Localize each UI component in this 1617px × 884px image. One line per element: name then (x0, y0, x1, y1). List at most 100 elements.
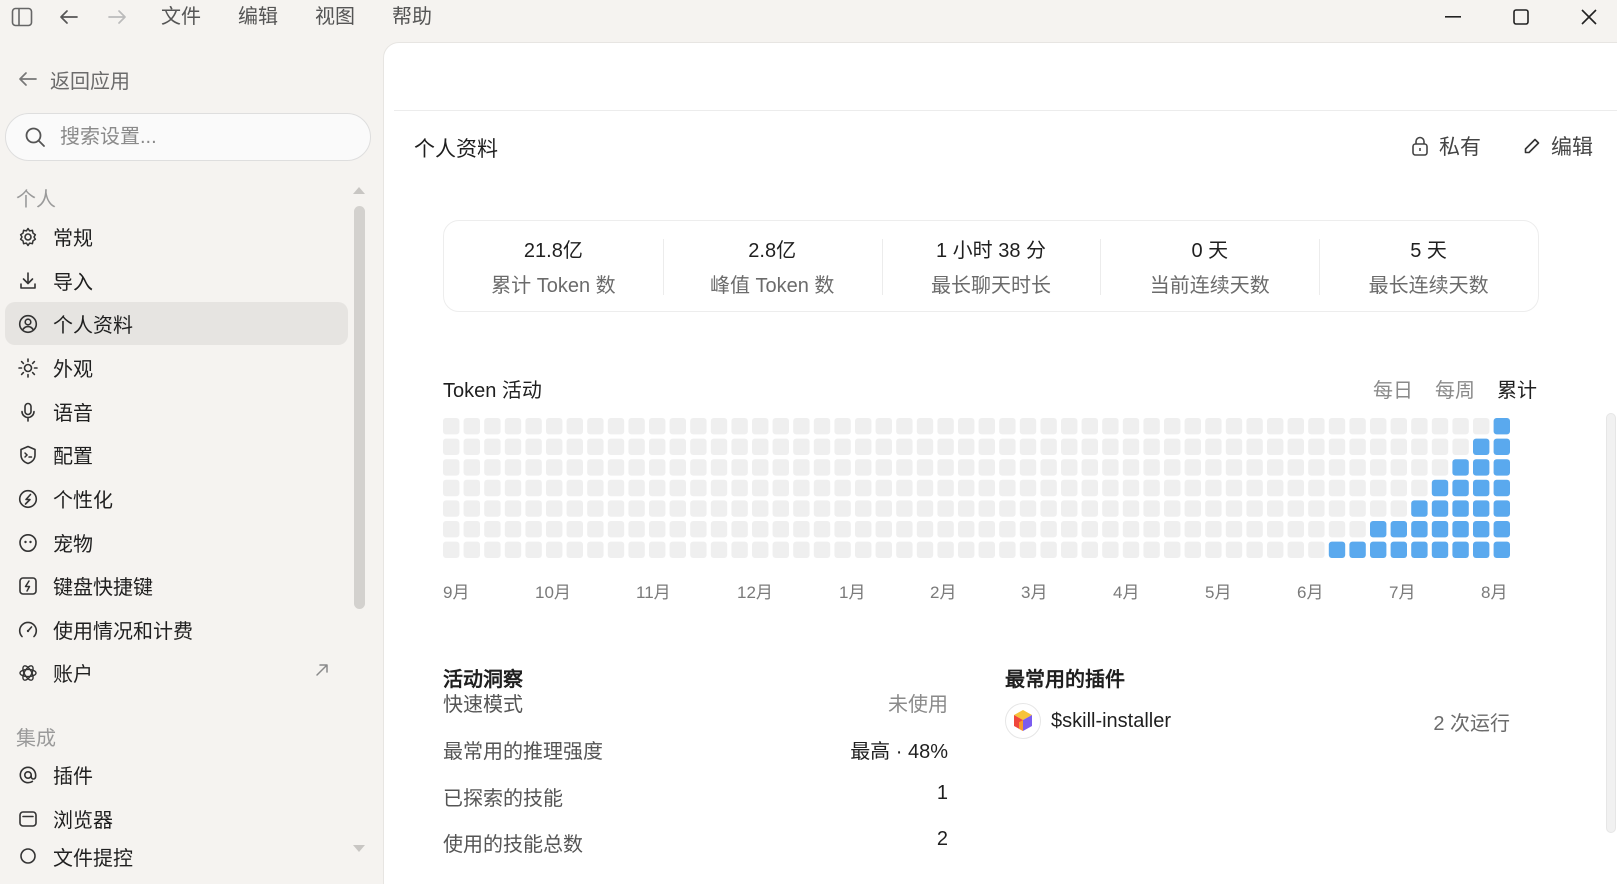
heatmap-cell (813, 438, 831, 455)
sidebar-item-plugins[interactable]: 插件 (5, 753, 348, 796)
sidebar-item-general[interactable]: 常规 (5, 215, 348, 258)
tab-daily[interactable]: 每日 (1373, 374, 1413, 403)
heatmap-cell (999, 418, 1016, 435)
heatmap-cell (1081, 479, 1098, 497)
main-scrollbar-thumb[interactable] (1606, 413, 1616, 833)
stat-total-tokens: 21.8亿 累计 Token 数 (444, 221, 663, 311)
sidebar-item-import[interactable]: 导入 (5, 259, 348, 302)
stat-value: 5 天 (1410, 240, 1447, 262)
heatmap-cell (649, 541, 666, 558)
heatmap-month-labels: 9月 10月 11月 12月 1月 2月 3月 4月 5月 6月 7月 8月 (443, 578, 1543, 602)
heatmap-cell-active (1390, 541, 1407, 558)
menu-help[interactable]: 帮助 (392, 4, 469, 30)
heatmap-cell (669, 418, 686, 435)
sidebar-item-usage-billing[interactable]: 使用情况和计费 (5, 608, 348, 651)
heatmap-cell (1225, 438, 1243, 455)
heatmap-cell-active (1493, 479, 1510, 497)
menu-file[interactable]: 文件 (161, 4, 238, 30)
heatmap-cell (566, 521, 583, 538)
stat-longest-chat: 1 小时 38 分 最长聊天时长 (881, 221, 1101, 311)
heatmap-cell (772, 459, 789, 476)
sidebar-item-account[interactable]: 账户 (5, 651, 348, 694)
heatmap-cell (504, 418, 522, 435)
tab-cumulative[interactable]: 累计 (1497, 374, 1537, 403)
sidebar-toggle-icon[interactable] (9, 4, 35, 30)
minimize-button[interactable] (1420, 0, 1486, 34)
heatmap-cell (1308, 438, 1325, 455)
heatmap-cell (1328, 521, 1346, 538)
sidebar-item-label: 插件 (53, 766, 93, 788)
heatmap-cell (525, 521, 542, 538)
scroll-up-arrow-icon[interactable] (352, 185, 366, 195)
heatmap-cell (1390, 500, 1407, 517)
edit-profile-button[interactable]: 编辑 (1523, 131, 1593, 161)
sun-icon (17, 357, 39, 379)
heatmap-cell (1164, 521, 1181, 538)
heatmap-cell (566, 459, 583, 476)
heatmap-cell (1308, 541, 1325, 558)
sidebar-scrollbar-thumb[interactable] (354, 206, 365, 609)
month-label: 11月 (636, 583, 671, 602)
heatmap-cell (710, 459, 728, 476)
back-to-app-link[interactable]: 返回应用 (18, 64, 130, 94)
heatmap-cell (525, 459, 542, 476)
sidebar-item-browser[interactable]: 浏览器 (5, 797, 348, 840)
heatmap-cell (1061, 521, 1078, 538)
heatmap-cell (710, 438, 728, 455)
tab-weekly[interactable]: 每周 (1435, 374, 1475, 403)
heatmap-cell (855, 521, 872, 538)
config-shield-icon (17, 444, 39, 466)
heatmap-cell (669, 541, 686, 558)
heatmap-cell-active (1473, 438, 1490, 455)
search-input[interactable] (60, 125, 340, 149)
heatmap-cell (1143, 459, 1160, 476)
sidebar-item-label: 外观 (53, 359, 93, 381)
heatmap-cell-active (1493, 500, 1510, 517)
month-label: 12月 (737, 583, 773, 602)
heatmap-cell (1225, 459, 1243, 476)
heatmap-cell (1411, 459, 1428, 476)
heatmap-cell (607, 500, 625, 517)
heatmap-cell (1164, 438, 1181, 455)
heatmap-cell (1287, 521, 1304, 538)
menu-edit[interactable]: 编辑 (238, 4, 315, 30)
heatmap-cell (1102, 459, 1119, 476)
stat-label: 最长连续天数 (1368, 275, 1489, 297)
sidebar-item-file-control[interactable]: 文件提控 (5, 841, 348, 871)
scroll-down-arrow-icon[interactable] (352, 844, 366, 854)
sidebar-item-keyboard-shortcuts[interactable]: 键盘快捷键 (5, 564, 348, 607)
close-window-button[interactable] (1556, 0, 1617, 34)
private-toggle-button[interactable]: 私有 (1411, 131, 1481, 161)
heatmap-cell (1390, 438, 1407, 455)
heatmap-cell (1143, 521, 1160, 538)
heatmap-cell (1246, 500, 1263, 517)
heatmap-cell (1328, 479, 1346, 497)
sidebar-item-label: 配置 (53, 446, 93, 468)
maximize-button[interactable] (1488, 0, 1554, 34)
sidebar-item-pet[interactable]: 宠物 (5, 521, 348, 564)
heatmap-cell (1102, 438, 1119, 455)
sidebar-item-appearance[interactable]: 外观 (5, 346, 348, 389)
sidebar-item-personalization[interactable]: 个性化 (5, 477, 348, 520)
heatmap-cell (1246, 541, 1263, 558)
heatmap-cell (1205, 459, 1222, 476)
forward-arrow-icon[interactable] (104, 4, 130, 30)
heatmap-cell (1061, 418, 1078, 435)
month-label: 10月 (535, 583, 571, 602)
back-arrow-icon[interactable] (56, 4, 82, 30)
heatmap-cell (1040, 479, 1057, 497)
sidebar-item-config[interactable]: 配置 (5, 433, 348, 476)
sidebar-item-profile[interactable]: 个人资料 (5, 302, 348, 345)
heatmap-cell (855, 438, 872, 455)
heatmap-cell (731, 541, 748, 558)
heatmap-cell (1122, 541, 1140, 558)
heatmap-cell (1102, 418, 1119, 435)
heatmap-cell (978, 418, 995, 435)
heatmap-cell (1287, 500, 1304, 517)
plugin-row[interactable]: $skill-installer 2 次运行 (1005, 700, 1510, 742)
search-box[interactable] (5, 113, 371, 161)
heatmap-cell (1267, 459, 1284, 476)
heatmap-cell (937, 479, 954, 497)
menu-view[interactable]: 视图 (315, 4, 392, 30)
sidebar-item-voice[interactable]: 语音 (5, 390, 348, 433)
